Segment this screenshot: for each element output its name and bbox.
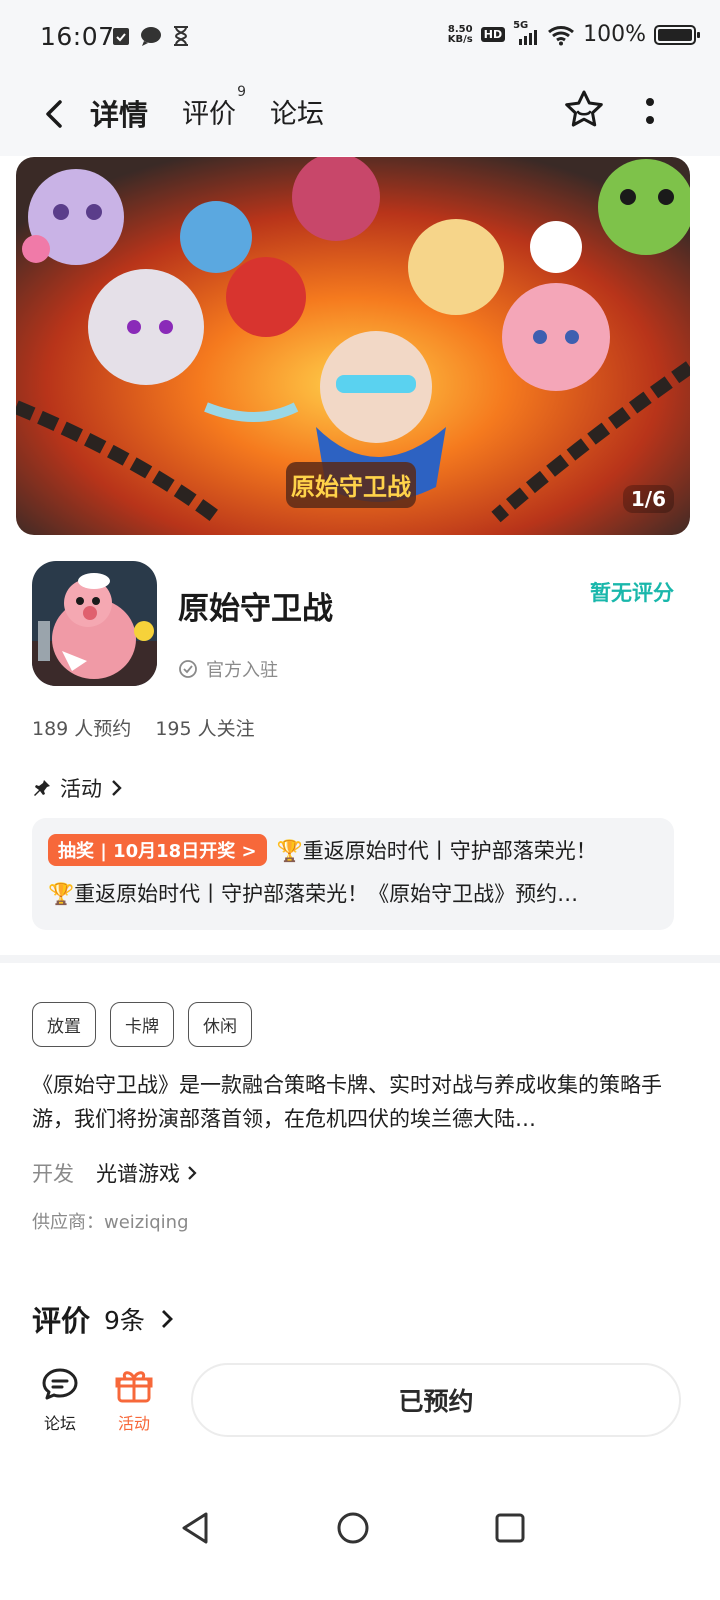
battery-icon — [654, 24, 700, 45]
app-title: 原始守卫战 — [178, 591, 333, 627]
hourglass-icon — [174, 26, 188, 46]
tab-forum[interactable]: 论坛 — [270, 92, 324, 140]
game-description[interactable]: 《原始守卫战》是一款融合策略卡牌、实时对战与养成收集的策略手游，我们将扮演部落首… — [32, 1068, 678, 1136]
status-time: 16:07 — [40, 22, 115, 51]
banner-logo-text: 原始守卫战 — [291, 473, 411, 501]
app-stats: 189 人预约 195 人关注 — [32, 714, 255, 741]
review-count-badge: 9 — [237, 84, 247, 100]
banner-artwork: 原始守卫战 — [16, 157, 690, 535]
top-nav-bar: 详情 评价 9 论坛 — [0, 78, 720, 156]
lottery-badge[interactable]: 抽奖 | 10月18日开奖 > — [48, 834, 267, 866]
chevron-right-icon — [161, 1310, 173, 1328]
supplier-info: 供应商：weiziqing — [32, 1212, 189, 1233]
forum-action[interactable]: 论坛 — [30, 1366, 90, 1434]
tag-casual[interactable]: 休闲 — [188, 1002, 252, 1047]
check-circle-icon — [179, 660, 197, 678]
system-navigation-bar — [0, 1490, 720, 1600]
network-speed: 8.50 KB/s — [447, 23, 473, 45]
chevron-right-icon — [188, 1166, 197, 1180]
status-system-icons: 8.50 KB/s HD 5G 100% — [447, 20, 700, 47]
status-notification-icons — [112, 26, 190, 46]
system-home-icon[interactable] — [333, 1508, 373, 1548]
clipboard-icon — [113, 28, 129, 45]
developer-row[interactable]: 开发 光谱游戏 — [32, 1158, 198, 1188]
reviews-count: 9条 — [104, 1306, 145, 1335]
chevron-right-icon — [112, 780, 122, 796]
reserved-button[interactable]: 已预约 — [191, 1363, 681, 1437]
section-divider — [0, 955, 720, 963]
activity-action[interactable]: 活动 — [104, 1366, 164, 1434]
wifi-icon — [548, 25, 575, 45]
developer-label: 开发 — [32, 1162, 74, 1186]
activity-description: 🏆重返原始时代丨守护部落荣光！《原始守卫战》预约… — [48, 882, 579, 906]
forum-chat-icon — [42, 1368, 78, 1400]
genre-tags: 放置 卡牌 休闲 — [32, 1002, 252, 1047]
activity-card[interactable]: 抽奖 | 10月18日开奖 > 🏆重返原始时代丨守护部落荣光！ 🏆重返原始时代丨… — [32, 818, 674, 930]
status-bar: 16:07 8.50 KB/s HD 5G 100% — [0, 0, 720, 78]
rating-status: 暂无评分 — [590, 581, 674, 605]
bottom-action-bar: 论坛 活动 已预约 — [0, 1350, 720, 1450]
activity-headline: 🏆重返原始时代丨守护部落荣光！ — [276, 839, 597, 863]
nav-tabs: 详情 评价 9 论坛 — [85, 84, 324, 140]
system-recents-icon[interactable] — [490, 1508, 530, 1548]
activity-section-header[interactable]: 活动 — [32, 773, 124, 803]
app-icon — [32, 561, 157, 686]
tab-details[interactable]: 详情 — [85, 92, 153, 140]
game-banner-carousel[interactable]: 原始守卫战 1/6 — [16, 157, 690, 535]
official-badge: 官方入驻 — [178, 656, 278, 682]
cellular-signal-icon: 5G — [513, 20, 539, 46]
more-options-icon[interactable] — [640, 92, 660, 132]
favorite-star-icon[interactable] — [562, 88, 606, 132]
hd-icon: HD — [480, 27, 506, 42]
gift-icon — [115, 1371, 153, 1403]
reservation-count: 189 人预约 — [32, 718, 132, 740]
banner-page-counter: 1/6 — [622, 485, 674, 513]
tag-card[interactable]: 卡牌 — [110, 1002, 174, 1047]
battery-percent: 100% — [583, 22, 646, 47]
reviews-section-header[interactable]: 评价 9条 — [32, 1298, 175, 1340]
tab-reviews[interactable]: 评价 9 — [182, 84, 246, 140]
reviews-title: 评价 — [32, 1304, 91, 1338]
follower-count: 195 人关注 — [155, 718, 255, 740]
message-icon — [141, 27, 161, 46]
back-arrow-icon[interactable] — [36, 94, 76, 134]
system-back-icon[interactable] — [176, 1508, 216, 1548]
developer-name: 光谱游戏 — [96, 1162, 180, 1186]
pin-icon — [34, 780, 50, 796]
tag-idle[interactable]: 放置 — [32, 1002, 96, 1047]
